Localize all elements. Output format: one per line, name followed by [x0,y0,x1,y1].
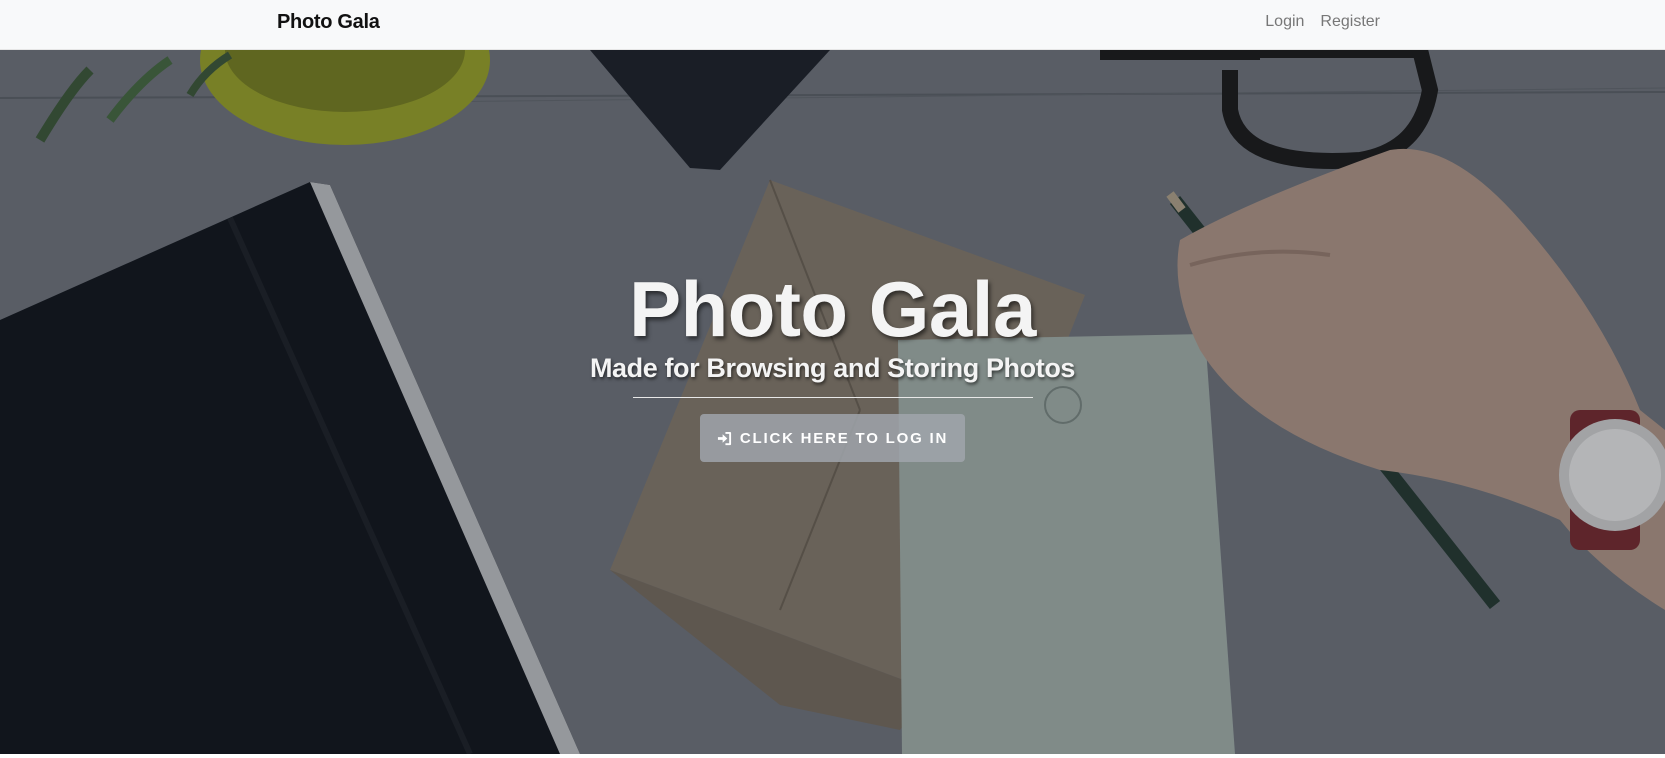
sign-in-icon [717,431,731,445]
hero-title: Photo Gala [629,265,1036,353]
nav-link-register[interactable]: Register [1320,13,1380,31]
navbar-brand[interactable]: Photo Gala [277,11,380,34]
page-bottom-strip [0,754,1665,758]
hero-divider [632,397,1033,398]
navbar-links: Login Register [1265,13,1380,31]
top-navbar: Photo Gala Login Register [0,0,1665,50]
hero-content: Photo Gala Made for Browsing and Storing… [0,266,1665,462]
nav-link-login[interactable]: Login [1265,13,1304,31]
hero-section: Photo Gala Made for Browsing and Storing… [0,50,1665,754]
login-cta-label: Click here to log in [739,429,949,447]
login-cta-button[interactable]: Click here to log in [699,414,966,462]
hero-subtitle: Made for Browsing and Storing Photos [589,353,1076,383]
